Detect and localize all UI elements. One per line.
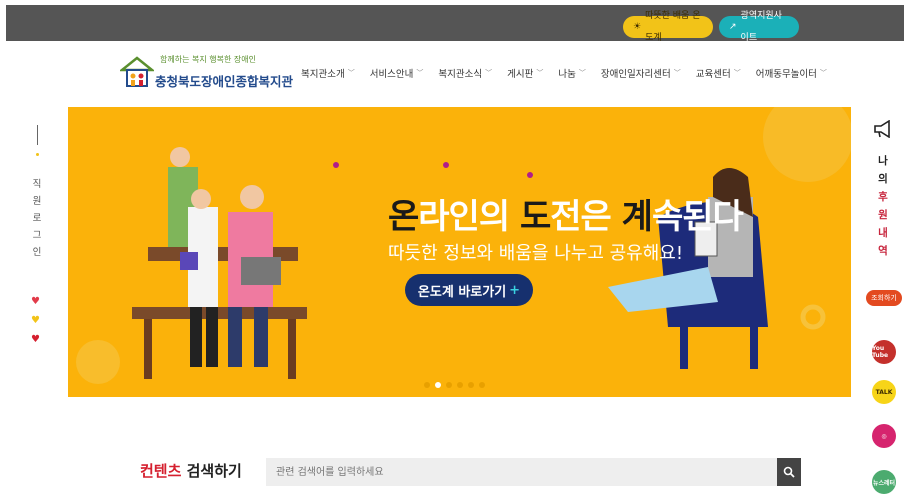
nav-label: 게시판 [507, 69, 534, 80]
nav-label: 나눔 [558, 69, 576, 80]
external-link-icon: ↗ [729, 22, 737, 32]
chevron-down-icon: ﹀ [819, 69, 827, 77]
chevron-down-icon: ﹀ [733, 69, 741, 77]
staff-login-link[interactable]: 직원로그인 [26, 125, 48, 261]
main-nav: 복지관소개 ﹀ 서비스안내 ﹀ 복지관소식 ﹀ 게시판 ﹀ 나눔 ﹀ 장애인일자리센터 ﹀ … [301, 66, 827, 80]
search-icon [783, 466, 795, 478]
plus-icon: + [509, 282, 521, 298]
warm-thermometer-label: 따뜻한 배움 온도계 [645, 11, 701, 43]
chevron-down-icon: ﹀ [536, 69, 544, 77]
nav-item-sharing[interactable]: 나눔 ﹀ [558, 66, 585, 80]
lookup-button[interactable]: 조회하기 [866, 290, 902, 306]
instagram-icon[interactable]: ◎ [872, 424, 896, 448]
slide-dot[interactable] [446, 382, 452, 388]
content-search-title: 컨텐츠 검색하기 [140, 462, 242, 480]
nav-item-education[interactable]: 교육센터 ﹀ [696, 66, 741, 80]
top-bar: ☀ 따뜻한 배움 온도계 ↗ 광역지원사이트 [6, 5, 904, 43]
nav-item-news[interactable]: 복지관소식 ﹀ [438, 66, 492, 80]
warm-thermometer-button[interactable]: ☀ 따뜻한 배움 온도계 [623, 11, 713, 43]
logo-name: 충청북도장애인종합복지관 [155, 74, 294, 89]
donation-history-label: 나의 후원내역 [878, 155, 888, 257]
nav-item-jobs[interactable]: 장애인일자리센터 ﹀ [601, 66, 681, 80]
news-icon[interactable]: 뉴스레터 [872, 470, 896, 494]
chevron-down-icon: ﹀ [416, 69, 424, 77]
nav-label: 교육센터 [695, 69, 731, 80]
logo-tagline: 함께하는 복지 행복한 장애인 [160, 55, 256, 64]
house-logo-icon [120, 56, 154, 87]
slide-dot[interactable] [468, 382, 474, 388]
slide-dot[interactable] [457, 382, 463, 388]
heart-icon: ♥ [31, 334, 40, 345]
accent-dot [35, 153, 39, 156]
search-button[interactable] [777, 458, 801, 486]
hero-banner[interactable]: 온라인의 도전은 계속된다 따듯한 정보와 배움을 나누고 공유해요! 온도계 … [68, 107, 851, 397]
cta-label: 온도계 바로가기 [417, 284, 507, 300]
lookup-label: 조회하기 [871, 294, 897, 302]
slide-dot[interactable] [479, 382, 485, 388]
slide-dot[interactable] [424, 382, 430, 388]
nav-item-playground[interactable]: 어깨동무놀이터 ﹀ [756, 66, 827, 80]
nav-item-about[interactable]: 복지관소개 ﹀ [301, 66, 355, 80]
heart-icons: ♥ ♥ ♥ [31, 297, 40, 345]
megaphone-icon [874, 119, 890, 139]
nav-label: 복지관소개 [301, 69, 345, 80]
heart-icon: ♥ [31, 315, 40, 326]
slide-dot[interactable] [435, 382, 441, 388]
nav-label: 복지관소식 [438, 69, 483, 80]
donation-history-link[interactable]: 나의 후원내역 [866, 119, 900, 260]
banner-subtitle: 따듯한 정보와 배움을 나누고 공유해요! [388, 243, 684, 264]
banner-title: 온라인의 도전은 계속된다 [388, 197, 744, 237]
sun-icon: ☀ [633, 22, 642, 32]
kakao-icon[interactable]: TALK [872, 380, 896, 404]
logo[interactable]: 함께하는 복지 행복한 장애인 충청북도장애인종합복지관 [120, 52, 293, 92]
search-input[interactable] [266, 458, 777, 486]
staff-login-label: 직원로그인 [32, 179, 42, 258]
thermometer-shortcut-button[interactable]: 온도계 바로가기 + [405, 274, 533, 306]
chevron-down-icon: ﹀ [485, 69, 493, 77]
nav-label: 장애인일자리센터 [600, 69, 671, 80]
regional-site-button[interactable]: ↗ 광역지원사이트 [719, 11, 799, 43]
heart-icon: ♥ [31, 296, 40, 307]
nav-item-board[interactable]: 게시판 ﹀ [507, 66, 543, 80]
regional-site-label: 광역지원사이트 [740, 11, 782, 43]
nav-item-services[interactable]: 서비스안내 ﹀ [370, 66, 424, 80]
chevron-down-icon: ﹀ [673, 69, 681, 77]
divider [36, 125, 38, 145]
chevron-down-icon: ﹀ [578, 69, 586, 77]
slide-indicators [424, 382, 485, 388]
chevron-down-icon: ﹀ [347, 69, 355, 77]
youtube-icon[interactable]: You Tube [872, 340, 896, 364]
nav-label: 서비스안내 [369, 69, 414, 80]
nav-label: 어깨동무놀이터 [755, 69, 817, 80]
